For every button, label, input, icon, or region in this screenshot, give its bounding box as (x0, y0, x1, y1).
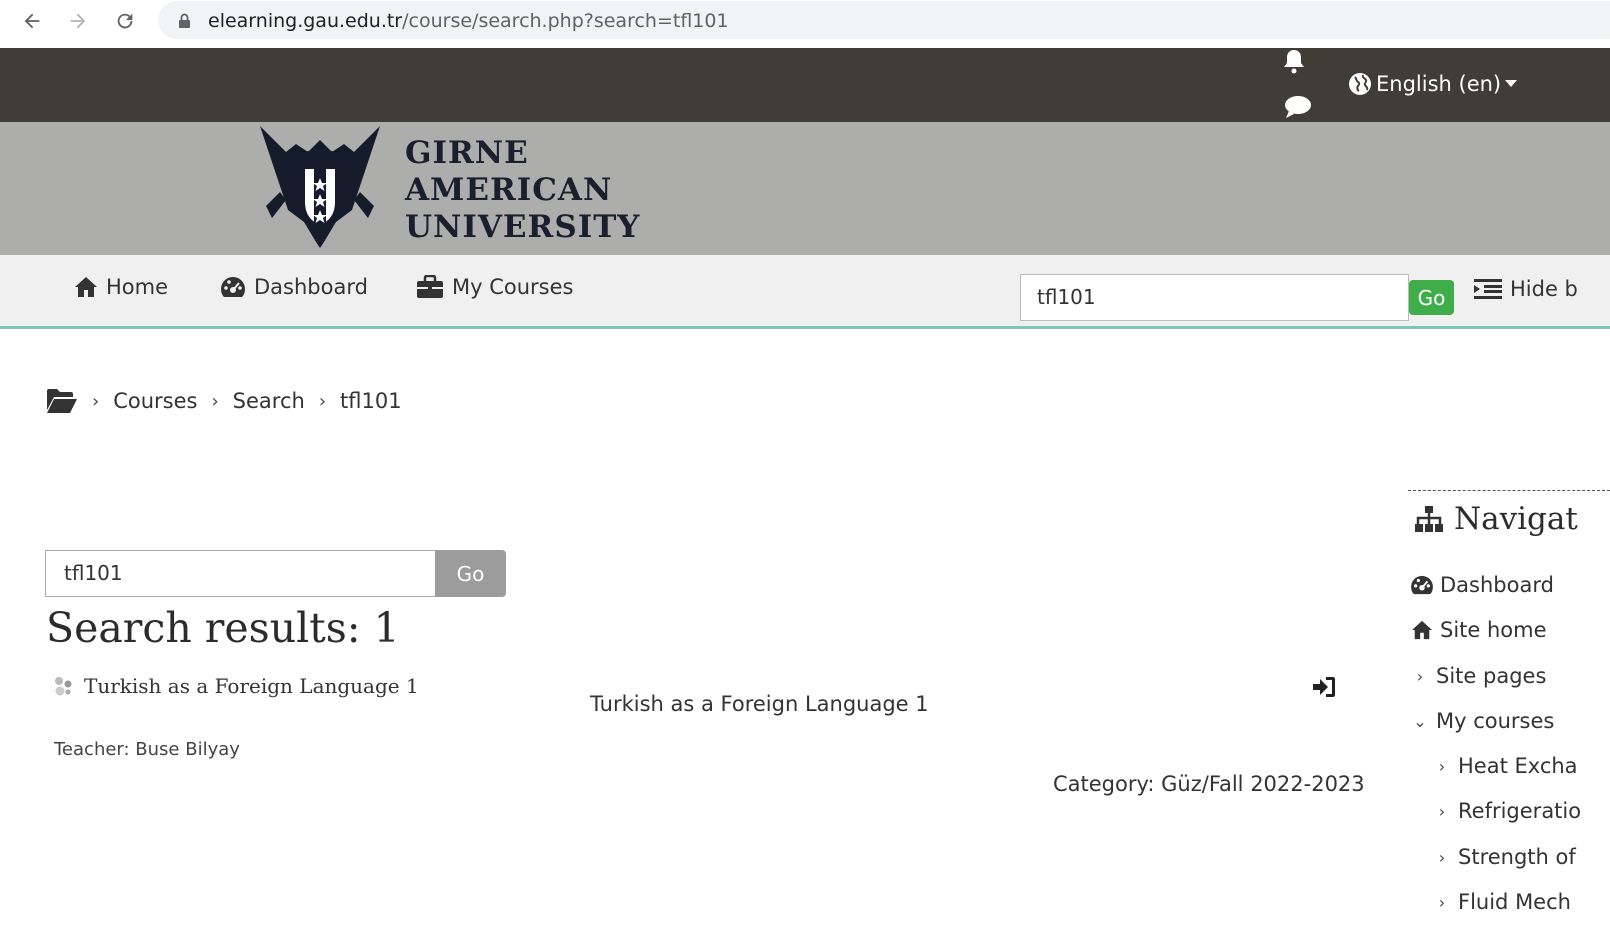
logo-banner: GIRNE AMERICAN UNIVERSITY (0, 122, 1610, 255)
chevron-right-icon: › (1438, 801, 1446, 821)
university-eagle-logo[interactable] (256, 122, 384, 250)
breadcrumb: › Courses › Search › tfl101 (46, 388, 402, 414)
nav-block-site-pages[interactable]: › Site pages (1410, 664, 1547, 688)
course-search-input[interactable]: tfl101 (45, 550, 436, 597)
chevron-right-icon: › (1438, 756, 1446, 776)
dashboard-icon (221, 277, 245, 297)
browser-toolbar: elearning.gau.edu.tr/course/search.php?s… (0, 0, 1610, 46)
course-icon (55, 677, 72, 696)
arrow-right-icon (70, 13, 86, 29)
nav-search-input[interactable]: tfl101 (1020, 274, 1409, 321)
language-label: English (en) (1376, 72, 1502, 96)
nav-search-go-button[interactable]: Go (1409, 280, 1454, 315)
nav-block-course-item[interactable]: › Strength of (1432, 845, 1576, 869)
nav-block-dashboard[interactable]: Dashboard (1410, 573, 1554, 597)
breadcrumb-courses[interactable]: Courses (113, 389, 197, 413)
nav-home[interactable]: Home (74, 275, 168, 299)
course-category: Category: Güz/Fall 2022-2023 (1053, 772, 1365, 796)
nav-block-course-item[interactable]: › Refrigeratio (1432, 799, 1581, 823)
outdent-icon (1474, 279, 1502, 299)
search-results-heading: Search results: 1 (46, 604, 400, 652)
hide-blocks-button[interactable]: Hide b (1474, 277, 1578, 301)
reload-icon (117, 13, 133, 29)
caret-down-icon (1505, 80, 1518, 87)
nav-block-my-courses[interactable]: ⌄ My courses (1410, 709, 1554, 733)
globe-icon (1349, 73, 1371, 95)
language-menu[interactable]: English (en) (1348, 72, 1518, 96)
lock-icon (179, 13, 190, 28)
home-icon (1412, 620, 1432, 640)
top-navbar: English (en) (0, 48, 1610, 122)
course-search-go-button[interactable]: Go (435, 550, 506, 597)
breadcrumb-search[interactable]: Search (233, 389, 305, 413)
chevron-down-icon: ⌄ (1413, 711, 1427, 731)
course-teacher: Teacher: Buse Bilyay (54, 739, 240, 760)
nav-block-site-home[interactable]: Site home (1410, 618, 1547, 642)
briefcase-icon (417, 275, 443, 298)
back-button[interactable] (17, 6, 47, 36)
chevron-right-icon: › (1438, 847, 1446, 867)
sign-in-icon[interactable] (1312, 676, 1336, 698)
dashboard-icon (1411, 575, 1433, 595)
reload-button[interactable] (110, 6, 140, 36)
chat-icon[interactable] (1284, 94, 1312, 120)
folder-open-icon[interactable] (46, 388, 78, 414)
navigation-block-title: Navigat (1414, 501, 1578, 537)
arrow-left-icon (24, 13, 40, 29)
primary-navigation: Home Dashboard My Courses tfl101 Go Hide… (0, 255, 1610, 329)
breadcrumb-separator: › (92, 390, 100, 412)
nav-dashboard[interactable]: Dashboard (220, 275, 368, 299)
bell-icon[interactable] (1282, 48, 1306, 76)
navigation-block: Navigat Dashboard Site home › Site pages… (1408, 490, 1610, 952)
forward-button[interactable] (63, 6, 93, 36)
sitemap-icon (1415, 506, 1443, 532)
nav-my-courses[interactable]: My Courses (416, 275, 573, 299)
nav-block-course-item[interactable]: › Heat Excha (1432, 754, 1578, 778)
home-icon (75, 277, 97, 297)
nav-block-course-item[interactable]: › Fluid Mech (1432, 890, 1571, 914)
breadcrumb-current: tfl101 (340, 389, 402, 413)
chevron-right-icon: › (1416, 666, 1424, 686)
course-summary: Turkish as a Foreign Language 1 (590, 692, 929, 716)
url-text: elearning.gau.edu.tr/course/search.php?s… (208, 10, 729, 32)
breadcrumb-separator: › (211, 390, 219, 412)
breadcrumb-separator: › (318, 390, 327, 412)
chevron-right-icon: › (1438, 892, 1446, 912)
university-name: GIRNE AMERICAN UNIVERSITY (405, 135, 641, 245)
course-result-link[interactable]: Turkish as a Foreign Language 1 (52, 674, 419, 698)
address-bar[interactable]: elearning.gau.edu.tr/course/search.php?s… (158, 1, 1610, 39)
